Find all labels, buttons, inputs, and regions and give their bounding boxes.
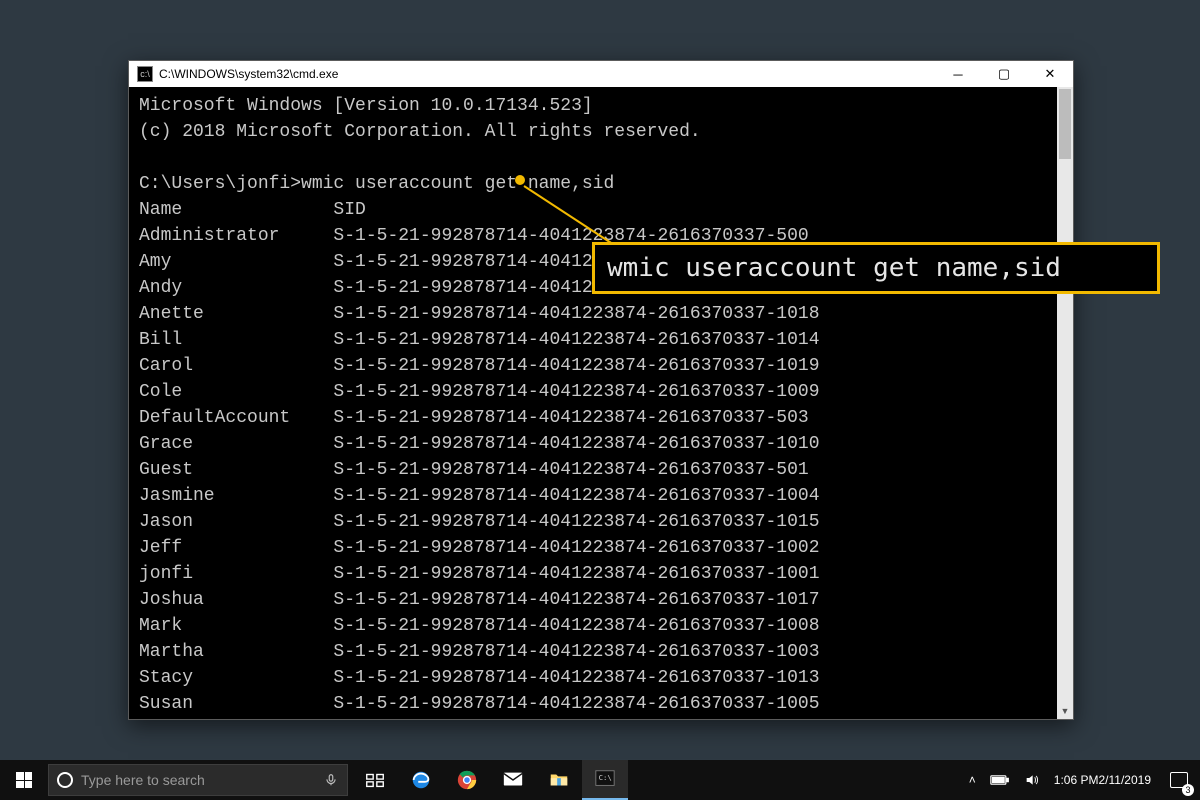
cortana-icon: [49, 772, 81, 788]
action-center-button[interactable]: 3: [1158, 760, 1200, 800]
volume-icon[interactable]: [1017, 760, 1047, 800]
window-title: C:\WINDOWS\system32\cmd.exe: [159, 67, 338, 81]
search-box[interactable]: Type here to search: [48, 764, 348, 796]
cmd-taskbar-icon[interactable]: C:\: [582, 760, 628, 800]
search-placeholder: Type here to search: [81, 772, 205, 788]
clock[interactable]: 1:06 PM 2/11/2019: [1047, 760, 1158, 800]
scrollbar[interactable]: ▲ ▼: [1057, 87, 1073, 719]
system-tray: ˄ 1:06 PM 2/11/2019 3: [962, 760, 1200, 800]
cmd-window: c:\ C:\WINDOWS\system32\cmd.exe ─ ▢ ✕ Mi…: [128, 60, 1074, 720]
svg-text:C:\: C:\: [599, 773, 612, 782]
taskbar: Type here to search C:\ ˄: [0, 760, 1200, 800]
callout-dot-icon: [515, 175, 525, 185]
file-explorer-icon[interactable]: [536, 760, 582, 800]
titlebar[interactable]: c:\ C:\WINDOWS\system32\cmd.exe ─ ▢ ✕: [129, 61, 1073, 87]
start-button[interactable]: [0, 760, 48, 800]
windows-logo-icon: [16, 772, 32, 788]
terminal-area: Microsoft Windows [Version 10.0.17134.52…: [129, 87, 1073, 719]
callout-box: wmic useraccount get name,sid: [592, 242, 1160, 294]
minimize-button[interactable]: ─: [935, 61, 981, 87]
scroll-down-icon[interactable]: ▼: [1057, 703, 1073, 719]
mail-icon[interactable]: [490, 760, 536, 800]
tray-overflow-icon[interactable]: ˄: [962, 760, 983, 800]
cmd-icon: c:\: [137, 66, 153, 82]
mic-icon[interactable]: [315, 773, 347, 787]
task-view-button[interactable]: [352, 760, 398, 800]
chrome-icon[interactable]: [444, 760, 490, 800]
clock-date: 2/11/2019: [1099, 773, 1152, 787]
clock-time: 1:06 PM: [1054, 773, 1099, 787]
edge-icon[interactable]: [398, 760, 444, 800]
maximize-button[interactable]: ▢: [981, 61, 1027, 87]
notification-count: 3: [1182, 784, 1194, 796]
close-button[interactable]: ✕: [1027, 61, 1073, 87]
terminal-output[interactable]: Microsoft Windows [Version 10.0.17134.52…: [129, 87, 1057, 719]
battery-icon[interactable]: [983, 760, 1017, 800]
callout-text: wmic useraccount get name,sid: [607, 253, 1061, 283]
scroll-thumb[interactable]: [1059, 89, 1071, 159]
